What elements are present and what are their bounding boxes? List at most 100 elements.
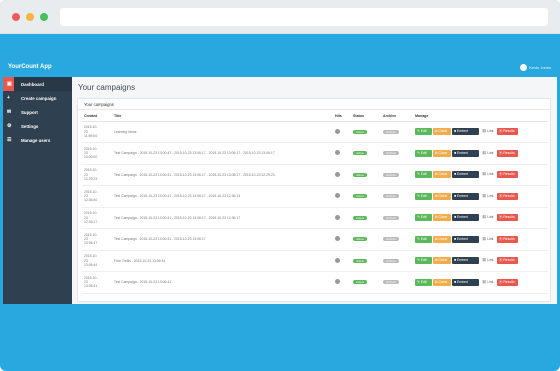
link-button[interactable]: ⛓ Link: [480, 171, 496, 178]
column-archive[interactable]: Archive: [381, 112, 413, 122]
archive-badge[interactable]: Archive: [383, 151, 400, 156]
embed-button[interactable]: ■ Embed: [452, 171, 479, 179]
status-badge[interactable]: Active: [353, 258, 368, 263]
table-row: 2015-10- 23 11:59:54 Learning Ideas Acti…: [82, 121, 548, 143]
manage-cell: ✎ Edit ⧉ Clone ■ Embed ⛓ Link ⦿ Results: [413, 121, 548, 143]
title-cell[interactable]: Test Campaign - 2015-10-23 13:00:41 - 20…: [112, 228, 333, 251]
address-bar[interactable]: [60, 8, 548, 26]
clone-button[interactable]: ⧉ Clone: [433, 192, 451, 200]
embed-button[interactable]: ■ Embed: [452, 214, 479, 222]
created-cell: 2015-10- 23 12:36:17: [82, 207, 112, 229]
sidebar-item-settings[interactable]: ⚙ Settings: [3, 119, 72, 133]
panel-title: Your campaigns: [78, 99, 550, 110]
app-brand[interactable]: YourCount App: [8, 64, 52, 70]
edit-button[interactable]: ✎ Edit: [415, 128, 432, 136]
embed-button[interactable]: ■ Embed: [452, 257, 479, 265]
users-icon: ☰: [7, 137, 12, 143]
edit-button[interactable]: ✎ Edit: [415, 192, 432, 200]
column-hits[interactable]: Hits: [333, 112, 351, 122]
sidebar-item-manage-users[interactable]: ☰ Manage users: [3, 133, 72, 147]
archive-badge[interactable]: Archive: [383, 258, 400, 263]
manage-cell: ✎ Edit ⧉ Clone ■ Embed ⛓ Link ⦿ Results: [413, 250, 548, 272]
clone-button[interactable]: ⧉ Clone: [433, 214, 451, 222]
clone-button[interactable]: ⧉ Clone: [433, 278, 451, 286]
column-status[interactable]: Status: [351, 112, 381, 122]
user-menu[interactable]: Kevin Jones: [520, 64, 551, 71]
results-button[interactable]: ⦿ Results: [497, 192, 518, 200]
results-button[interactable]: ⦿ Results: [497, 257, 518, 265]
table-row: 2015-10- 23 13:06:41 Test Campaign - 201…: [82, 271, 548, 294]
hits-icon[interactable]: [335, 214, 340, 220]
hits-icon[interactable]: [335, 193, 340, 199]
link-button[interactable]: ⛓ Link: [480, 128, 496, 135]
link-button[interactable]: ⛓ Link: [480, 193, 496, 200]
clone-button[interactable]: ⧉ Clone: [433, 171, 451, 179]
title-cell[interactable]: Test Campaign - 2015-10-23 13:00:41 - 20…: [112, 185, 333, 208]
title-cell[interactable]: Test Campaign - 2015-10-23 13:00:41 - 20…: [112, 207, 333, 229]
sidebar-item-dashboard[interactable]: ▣ Dashboard: [3, 77, 72, 91]
results-button[interactable]: ⦿ Results: [497, 171, 518, 179]
sidebar-item-create-campaign[interactable]: + Create campaign: [3, 91, 72, 105]
hits-icon[interactable]: [335, 150, 340, 156]
status-badge[interactable]: Active: [353, 129, 368, 134]
results-button[interactable]: ⦿ Results: [497, 149, 518, 157]
status-badge[interactable]: Active: [353, 172, 368, 177]
status-cell: Active: [351, 271, 381, 294]
archive-badge[interactable]: Archive: [383, 129, 400, 134]
status-badge[interactable]: Active: [353, 280, 368, 285]
results-button[interactable]: ⦿ Results: [497, 214, 518, 222]
embed-button[interactable]: ■ Embed: [452, 278, 479, 286]
title-cell[interactable]: Test Campaign - 2015-10-23 13:00:47 - 20…: [112, 142, 333, 165]
title-cell[interactable]: Test Campaign - 2015-10-23 13:00:41 - 20…: [112, 164, 333, 186]
clone-button[interactable]: ⧉ Clone: [433, 149, 451, 157]
created-cell: 2015-10- 23 12:36:40: [82, 185, 112, 208]
hits-icon[interactable]: [335, 128, 340, 134]
edit-button[interactable]: ✎ Edit: [415, 149, 432, 157]
archive-badge[interactable]: Archive: [383, 172, 400, 177]
embed-button[interactable]: ■ Embed: [452, 235, 479, 243]
status-badge[interactable]: Active: [353, 215, 368, 220]
column-manage: Manage: [413, 112, 548, 122]
clone-button[interactable]: ⧉ Clone: [433, 235, 451, 243]
sidebar-item-support[interactable]: ✉ Support: [3, 105, 72, 119]
column-title[interactable]: Title: [112, 112, 333, 122]
title-cell[interactable]: Free Trellis - 2015-10-23 13:06:44: [112, 250, 333, 272]
status-badge[interactable]: Active: [353, 151, 368, 156]
results-button[interactable]: ⦿ Results: [497, 235, 518, 243]
edit-button[interactable]: ✎ Edit: [415, 214, 432, 222]
archive-badge[interactable]: Archive: [383, 215, 400, 220]
link-button[interactable]: ⛓ Link: [480, 214, 496, 221]
status-badge[interactable]: Active: [353, 237, 368, 242]
minimize-window-dot[interactable]: [26, 13, 34, 21]
edit-button[interactable]: ✎ Edit: [415, 257, 432, 265]
link-button[interactable]: ⛓ Link: [480, 236, 496, 243]
embed-button[interactable]: ■ Embed: [452, 128, 479, 136]
status-badge[interactable]: Active: [353, 194, 368, 199]
embed-button[interactable]: ■ Embed: [452, 192, 479, 200]
column-created[interactable]: Created: [82, 112, 112, 122]
edit-button[interactable]: ✎ Edit: [415, 235, 432, 243]
archive-badge[interactable]: Archive: [383, 237, 400, 242]
title-cell[interactable]: Test Campaign - 2015-10-23 13:06:41: [112, 271, 333, 294]
edit-button[interactable]: ✎ Edit: [415, 171, 432, 179]
edit-button[interactable]: ✎ Edit: [415, 278, 432, 286]
hits-cell: [333, 228, 351, 251]
title-cell[interactable]: Learning Ideas: [112, 121, 333, 143]
link-button[interactable]: ⛓ Link: [480, 257, 496, 264]
results-button[interactable]: ⦿ Results: [497, 128, 518, 136]
link-button[interactable]: ⛓ Link: [480, 150, 496, 157]
archive-badge[interactable]: Archive: [383, 280, 400, 285]
results-button[interactable]: ⦿ Results: [497, 278, 518, 286]
hits-icon[interactable]: [335, 236, 340, 242]
hits-icon[interactable]: [335, 171, 340, 177]
embed-button[interactable]: ■ Embed: [452, 149, 479, 157]
hits-icon[interactable]: [335, 257, 340, 263]
close-window-dot[interactable]: [12, 13, 20, 21]
maximize-window-dot[interactable]: [40, 13, 48, 21]
support-icon: ✉: [7, 109, 12, 115]
clone-button[interactable]: ⧉ Clone: [433, 128, 451, 136]
clone-button[interactable]: ⧉ Clone: [433, 257, 451, 265]
link-button[interactable]: ⛓ Link: [480, 279, 496, 286]
archive-badge[interactable]: Archive: [383, 194, 400, 199]
hits-icon[interactable]: [335, 279, 340, 285]
